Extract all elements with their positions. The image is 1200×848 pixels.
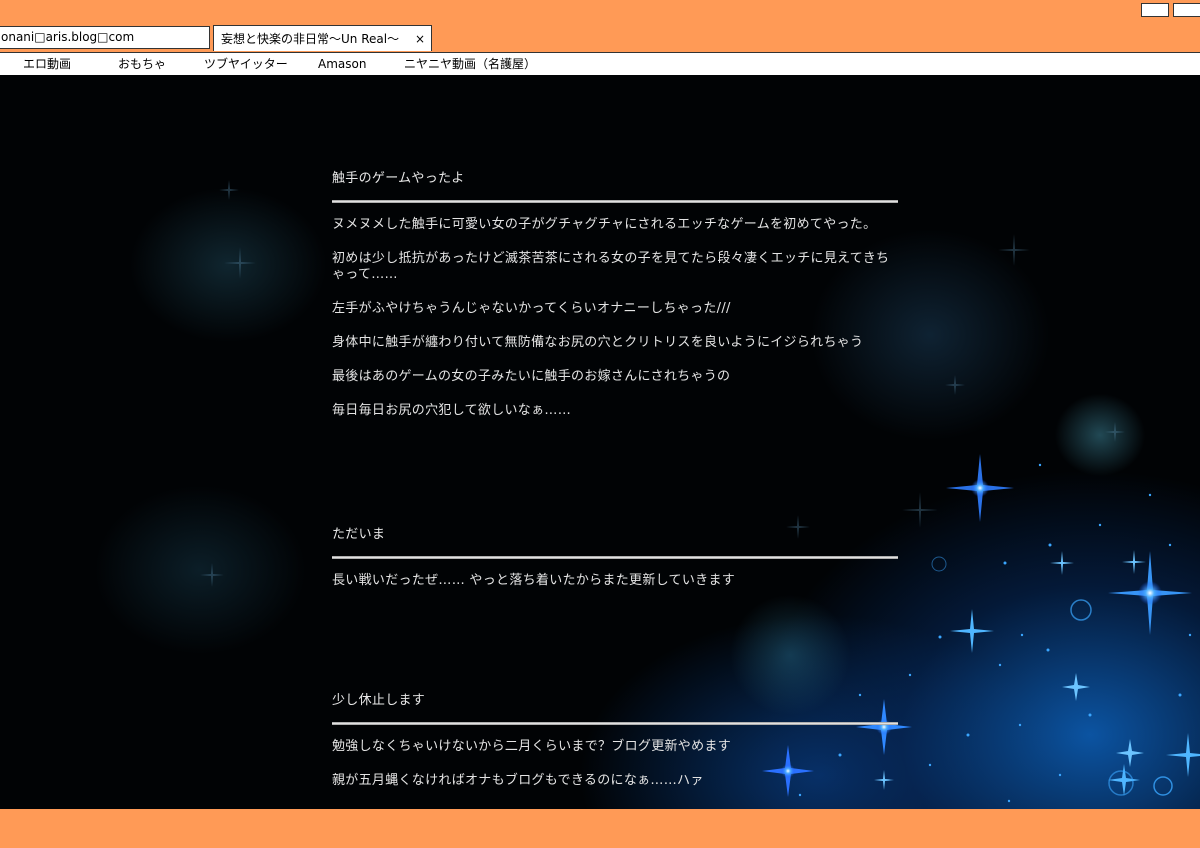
address-text: onani□aris.blog□com <box>1 30 135 44</box>
post-paragraph: 毎日毎日お尻の穴犯して欲しいなぁ…… <box>332 403 572 418</box>
post-paragraph: 身体中に触手が纏わり付いて無防備なお尻の穴とクリトリスを良いようにイジられちゃう <box>332 335 864 350</box>
maximize-button[interactable] <box>1173 3 1200 17</box>
post-title[interactable]: ただいま <box>332 526 898 544</box>
bookmark-omocha[interactable]: おもちゃ <box>118 53 166 75</box>
tab-title: 妄想と快楽の非日常～Un Real～ <box>221 32 400 46</box>
post-title[interactable]: 触手のゲームやったよ <box>332 170 898 188</box>
post-paragraph: ヌメヌメした触手に可愛い女の子がグチャグチャにされるエッチなゲームを初めてやった… <box>332 217 877 232</box>
title-divider <box>332 200 898 203</box>
post-paragraph: 初めは少し抵抗があったけど滅茶苦茶にされる女の子を見てたら段々凄くエッチに見えて… <box>332 251 890 282</box>
title-divider <box>332 722 898 725</box>
blog-post: 触手のゲームやったよ ヌメヌメした触手に可愛い女の子がグチャグチャにされるエッチ… <box>332 170 898 419</box>
blog-post: ただいま 長い戦いだったぜ…… やっと落ち着いたからまた更新していきます <box>332 526 898 589</box>
minimize-button[interactable] <box>1141 3 1169 17</box>
title-bar <box>0 0 1200 25</box>
title-divider <box>332 556 898 559</box>
bookmark-amason[interactable]: Amason <box>318 53 366 75</box>
bookmarks-bar: エロ動画 おもちゃ ツブヤイッター Amason ニヤニヤ動画（名護屋） <box>0 52 1200 75</box>
bookmark-niyaniya-douga[interactable]: ニヤニヤ動画（名護屋） <box>404 53 536 75</box>
post-paragraph: 長い戦いだったぜ…… やっと落ち着いたからまた更新していきます <box>332 573 736 588</box>
bookmark-tsubuyaitter[interactable]: ツブヤイッター <box>204 53 288 75</box>
status-bar <box>0 809 1200 848</box>
tab-close-icon[interactable]: × <box>415 26 425 52</box>
post-paragraph: 勉強しなくちゃいけないから二月くらいまで？ブログ更新やめます <box>332 739 732 754</box>
post-paragraph: 親が五月蝿くなければオナもブログもできるのになぁ……ハァ <box>332 773 704 788</box>
browser-tab[interactable]: 妄想と快楽の非日常～Un Real～ × <box>213 25 432 51</box>
address-bar[interactable]: onani□aris.blog□com <box>0 26 210 49</box>
post-title[interactable]: 少し休止します <box>332 692 898 710</box>
post-paragraph: 左手がふやけちゃうんじゃないかってくらいオナニーしちゃった/// <box>332 301 731 316</box>
bookmark-ero-douga[interactable]: エロ動画 <box>23 53 71 75</box>
post-paragraph: 最後はあのゲームの女の子みたいに触手のお嫁さんにされちゃうの <box>332 369 731 384</box>
blog-post: 少し休止します 勉強しなくちゃいけないから二月くらいまで？ブログ更新やめます 親… <box>332 692 898 789</box>
